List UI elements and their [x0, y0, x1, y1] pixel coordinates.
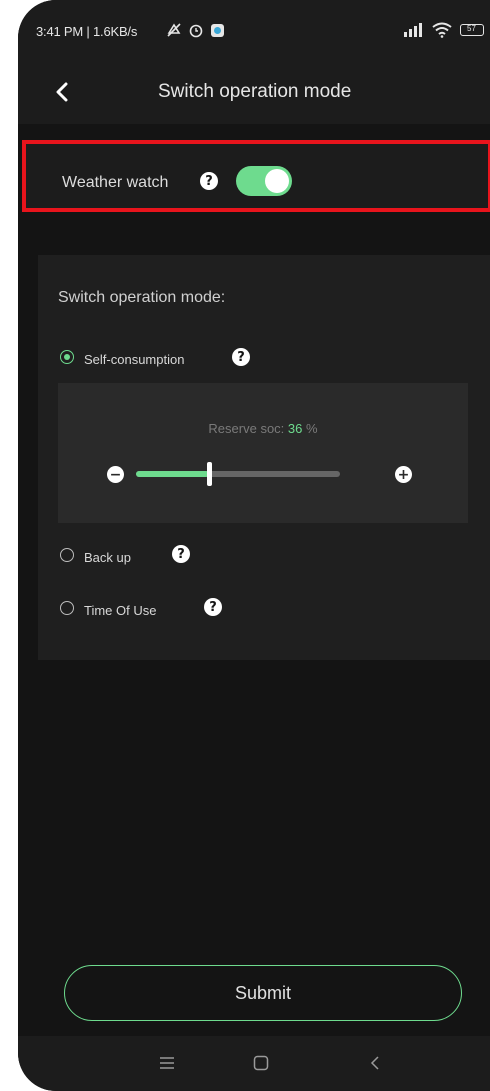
wifi-icon — [432, 22, 452, 38]
weather-watch-row: Weather watch ? — [22, 140, 490, 212]
weather-watch-toggle[interactable] — [236, 166, 292, 196]
page-title: Switch operation mode — [158, 81, 352, 102]
app-notification-icon — [211, 23, 224, 37]
phone-screen: 3:41 PM | 1.6KB/s 57 Switch operation mo… — [18, 0, 490, 1091]
back-nav-button[interactable] — [360, 1048, 390, 1078]
submit-button[interactable]: Submit — [64, 965, 462, 1021]
decrease-button[interactable]: − — [107, 466, 124, 483]
time-of-use-help-icon[interactable]: ? — [204, 598, 222, 616]
menu-icon — [160, 1057, 174, 1069]
status-bar: 3:41 PM | 1.6KB/s 57 — [18, 0, 490, 60]
back-button[interactable] — [44, 74, 80, 110]
status-icons-left — [166, 22, 225, 38]
status-icons-right: 57 — [402, 22, 484, 38]
reserve-soc-label: Reserve soc: — [208, 421, 285, 436]
option-label-time-of-use[interactable]: Time Of Use — [84, 603, 156, 618]
minus-icon: − — [109, 466, 122, 483]
reserve-soc-value: 36 — [287, 421, 303, 436]
back-triangle-icon — [370, 1056, 379, 1070]
reserve-soc-panel: Reserve soc: 36 % − + — [58, 383, 468, 523]
status-time: 3:41 PM | 1.6KB/s — [36, 24, 138, 39]
back-up-help-icon[interactable]: ? — [172, 545, 190, 563]
radio-back-up[interactable] — [60, 548, 74, 562]
slider-fill — [136, 471, 210, 477]
signal-icon — [404, 23, 422, 37]
toggle-knob — [265, 169, 289, 193]
slider-thumb[interactable] — [207, 462, 213, 486]
operation-mode-card: Switch operation mode: Self-consumption … — [38, 255, 490, 660]
reserve-soc-slider[interactable] — [136, 462, 340, 486]
battery-level: 57 — [467, 24, 476, 33]
option-label-back-up[interactable]: Back up — [84, 550, 131, 565]
radio-time-of-use[interactable] — [60, 601, 74, 615]
option-label-self-consumption[interactable]: Self-consumption — [84, 352, 184, 367]
self-consumption-help-icon[interactable]: ? — [232, 348, 250, 366]
radio-self-consumption[interactable] — [60, 350, 74, 364]
weather-watch-help-icon[interactable]: ? — [200, 172, 218, 190]
plus-icon: + — [397, 466, 410, 483]
alarm-icon — [189, 24, 203, 38]
reserve-soc-unit: % — [306, 421, 318, 436]
header: Switch operation mode — [18, 60, 490, 124]
do-not-disturb-icon — [167, 23, 181, 37]
home-square-icon — [253, 1055, 269, 1071]
reserve-soc-readout: Reserve soc: 36 % — [58, 421, 468, 436]
weather-watch-label: Weather watch — [62, 174, 169, 191]
navigation-bar — [18, 1036, 490, 1091]
battery-icon: 57 — [460, 24, 484, 36]
mode-heading: Switch operation mode: — [58, 289, 226, 306]
home-nav-button[interactable] — [246, 1048, 276, 1078]
increase-button[interactable]: + — [395, 466, 412, 483]
chevron-left-icon — [56, 82, 68, 102]
menu-nav-button[interactable] — [152, 1048, 182, 1078]
